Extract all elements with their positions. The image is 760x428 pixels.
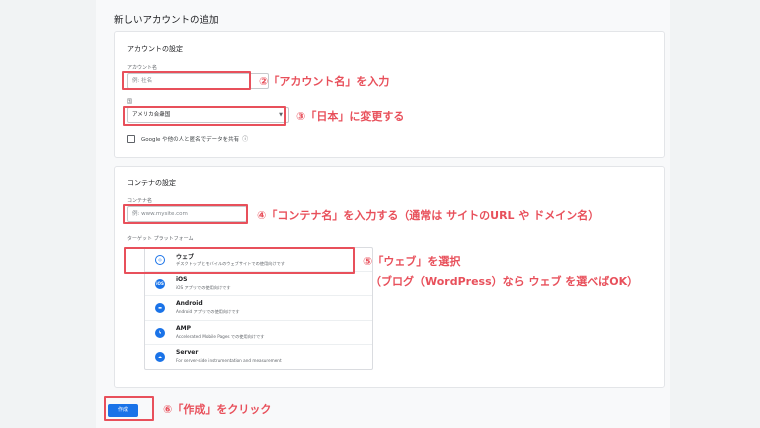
platform-desc: Android アプリでの使用向けです	[176, 309, 240, 315]
platform-option-android[interactable]: ▬ Android Android アプリでの使用向けです	[145, 296, 372, 321]
data-sharing-row: Google や他の人と匿名でデータを共有 ⓘ	[127, 134, 248, 143]
cloud-icon: ☁	[155, 351, 165, 362]
data-sharing-label: Google や他の人と匿名でデータを共有	[141, 136, 240, 143]
annotation-step-5: ⑤「ウェブ」を選択	[363, 255, 461, 268]
amp-bolt-icon: ϟ	[155, 327, 165, 338]
platform-name: Server	[176, 348, 199, 356]
right-margin	[670, 0, 760, 428]
annotation-step-6: ⑥「作成」をクリック	[163, 403, 272, 416]
annotation-step-2: ②「アカウント名」を入力	[259, 75, 390, 88]
left-margin	[0, 0, 96, 428]
platform-option-ios[interactable]: iOS iOS iOS アプリでの使用向けです	[145, 272, 372, 297]
platform-desc: For server-side instrumentation and meas…	[176, 357, 282, 363]
platform-name: iOS	[176, 276, 188, 284]
platform-option-amp[interactable]: ϟ AMP Accelerated Mobile Pages での使用向けです	[145, 321, 372, 345]
help-circle-icon[interactable]: ⓘ	[242, 134, 248, 143]
ios-icon: iOS	[155, 279, 165, 290]
annotation-step-3: ③「日本」に変更する	[296, 110, 405, 123]
highlight-create-button	[104, 396, 154, 421]
target-platform-label: ターゲット プラットフォーム	[127, 236, 194, 242]
account-settings-title: アカウントの設定	[127, 45, 183, 53]
container-settings-title: コンテナの設定	[127, 179, 176, 187]
container-name-label: コンテナ名	[127, 198, 153, 204]
data-sharing-checkbox[interactable]	[127, 134, 135, 143]
platform-desc: iOS アプリでの使用向けです	[176, 285, 231, 291]
account-name-label: アカウント名	[127, 65, 158, 71]
platform-option-server[interactable]: ☁ Server For server-side instrumentation…	[145, 345, 372, 369]
highlight-container-name	[123, 204, 248, 224]
highlight-web-option	[124, 247, 355, 274]
country-label: 国	[127, 99, 133, 105]
android-icon: ▬	[155, 303, 165, 314]
platform-name: Android	[176, 300, 203, 308]
platform-desc: Accelerated Mobile Pages での使用向けです	[176, 333, 265, 339]
highlight-account-name	[122, 71, 251, 90]
page-title: 新しいアカウントの追加	[114, 15, 219, 26]
annotation-step-4: ④「コンテナ名」を入力する（通常は サイトのURL や ドメイン名）	[257, 209, 600, 222]
annotation-step-5-note: （ブログ（WordPress）なら ウェブ を選べばOK）	[370, 275, 639, 288]
platform-name: AMP	[176, 324, 192, 332]
account-settings-card: アカウントの設定 アカウント名 例: 社名 国 アメリカ合衆国 ▼ Google…	[114, 31, 665, 158]
highlight-country	[123, 106, 286, 126]
